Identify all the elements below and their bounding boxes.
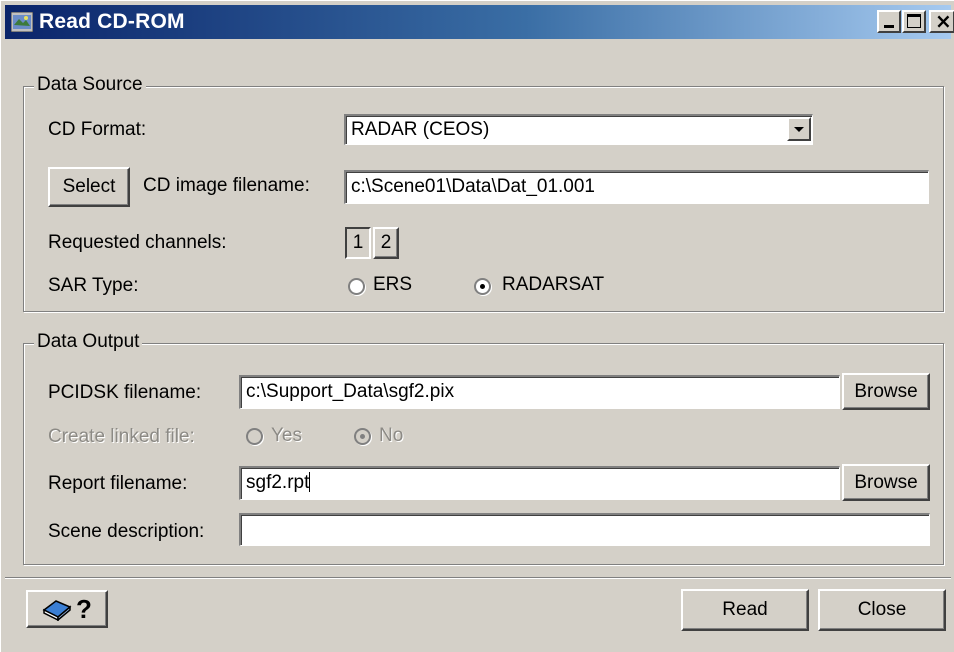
sar-radarsat-label: RADARSAT [502,274,605,295]
sar-type-label: SAR Type: [48,275,139,296]
linked-yes-radio[interactable] [246,428,263,445]
close-icon: × [935,9,952,33]
pcidsk-label: PCIDSK filename: [48,382,202,403]
requested-channels-label: Requested channels: [48,232,227,253]
help-question-icon: ? [76,593,92,624]
close-window-button[interactable]: × [929,9,954,33]
cd-format-label: CD Format: [48,119,147,140]
book-icon [42,600,72,621]
report-filename-input[interactable]: sgf2.rpt [239,466,840,500]
close-button[interactable]: Close [818,589,946,631]
browse-report-button[interactable]: Browse [842,464,930,501]
text-caret [309,472,311,492]
chevron-down-icon[interactable] [787,117,811,141]
pcidsk-filename-value: c:\Support_Data\sgf2.pix [246,381,455,402]
linked-no-radio[interactable] [354,428,371,445]
linked-yes-label: Yes [271,425,302,446]
app-icon [11,12,33,32]
cd-image-label: CD image filename: [143,175,310,196]
data-source-title: Data Source [34,74,146,96]
cd-format-select[interactable]: RADAR (CEOS) [344,114,813,145]
pcidsk-filename-input[interactable]: c:\Support_Data\sgf2.pix [239,375,840,409]
sar-ers-label: ERS [373,274,413,295]
data-output-title: Data Output [34,331,143,353]
cd-image-filename-value: c:\Scene01\Data\Dat_01.001 [351,176,596,197]
title-bar[interactable]: Read CD-ROM × [5,5,954,39]
read-cdrom-dialog: Read CD-ROM × Data Source CD Format: RAD… [0,0,954,652]
cd-format-value: RADAR (CEOS) [351,119,490,140]
browse-pcidsk-button[interactable]: Browse [842,373,930,410]
create-linked-label: Create linked file: [48,426,195,447]
scene-description-label: Scene description: [48,521,205,542]
read-button[interactable]: Read [681,589,809,631]
sar-ers-radio[interactable] [348,278,365,295]
footer-separator [5,577,951,579]
linked-no-label: No [379,425,404,446]
sar-radarsat-radio[interactable] [474,278,491,295]
help-button[interactable]: ? [26,590,108,628]
report-label: Report filename: [48,473,188,494]
select-button[interactable]: Select [48,167,130,207]
cd-image-filename-input[interactable]: c:\Scene01\Data\Dat_01.001 [344,170,929,204]
maximize-button[interactable] [902,10,926,33]
channel-2-toggle[interactable]: 2 [373,227,399,259]
channel-1-toggle[interactable]: 1 [345,227,371,259]
minimize-button[interactable] [877,10,901,33]
report-filename-value: sgf2.rpt [246,472,310,493]
window-title: Read CD-ROM [39,10,185,33]
scene-description-input[interactable] [239,513,930,546]
